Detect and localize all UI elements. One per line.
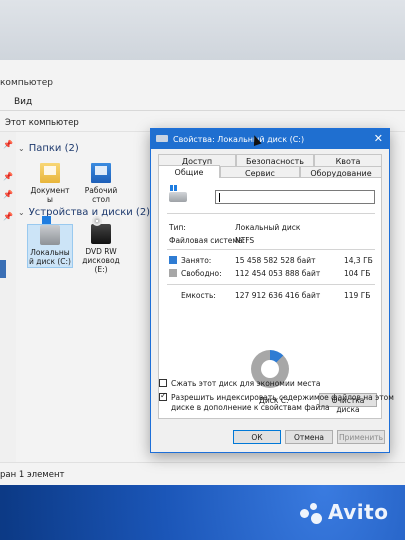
- drive-icon: [156, 135, 168, 142]
- free-label: Свободно:: [181, 269, 222, 278]
- item-label: Рабочий: [84, 186, 118, 195]
- fs-value: NTFS: [235, 236, 255, 245]
- item-label: дисковод: [82, 256, 120, 265]
- group-header-devices[interactable]: ⌄ Устройства и диски (2): [18, 207, 150, 218]
- tab-quota[interactable]: Квота: [314, 154, 382, 166]
- pin-icon: 📌: [3, 212, 13, 221]
- address-bar[interactable]: Этот компьютер: [5, 118, 79, 128]
- button-label: Применить: [338, 433, 384, 442]
- tab-label: Общие: [174, 168, 204, 177]
- divider: [167, 249, 375, 250]
- button-label: ОК: [251, 433, 263, 442]
- item-label: й диск (C:): [29, 257, 71, 266]
- index-checkbox[interactable]: [159, 391, 167, 401]
- group-header-folders[interactable]: ⌄ Папки (2): [18, 143, 79, 154]
- hard-drive-icon: [169, 185, 187, 202]
- compress-label: Сжать этот диск для экономии места: [171, 379, 321, 388]
- pin-icon: 📌: [3, 190, 13, 199]
- free-bytes: 112 454 053 888 байт: [235, 269, 321, 278]
- index-label-line1: Разрешить индексировать содержимое файло…: [171, 393, 394, 402]
- free-size: 104 ГБ: [344, 269, 371, 278]
- used-label: Занято:: [181, 256, 212, 265]
- cancel-button[interactable]: Отмена: [285, 430, 333, 444]
- capacity-label: Емкость:: [181, 291, 216, 300]
- pin-icon: 📌: [3, 172, 13, 181]
- item-label: (E:): [94, 265, 108, 274]
- close-icon[interactable]: ✕: [374, 132, 383, 145]
- free-space-swatch: [169, 269, 177, 277]
- item-label: Документ: [30, 186, 70, 195]
- chevron-down-icon: ⌄: [18, 208, 25, 217]
- nav-splitter[interactable]: [0, 260, 6, 278]
- item-label: DVD RW: [85, 247, 117, 256]
- drive-item-e[interactable]: DVD RW дисковод (E:): [78, 216, 124, 274]
- hard-drive-icon: [40, 216, 60, 245]
- drive-name-input[interactable]: [215, 190, 375, 204]
- avito-watermark: Avito: [328, 500, 389, 524]
- tab-security[interactable]: Безопасность: [236, 154, 314, 166]
- dialog-title: Свойства: Локальный диск (C:): [173, 135, 305, 144]
- button-label: Отмена: [293, 433, 325, 442]
- type-label: Тип:: [169, 223, 186, 232]
- divider: [167, 213, 375, 214]
- capacity-size: 119 ГБ: [344, 291, 371, 300]
- compress-checkbox[interactable]: [159, 379, 167, 387]
- properties-dialog: Свойства: Локальный диск (C:) ✕ Доступ Б…: [150, 128, 394, 453]
- ok-button[interactable]: ОК: [233, 430, 281, 444]
- folder-item-documents[interactable]: Документ ы: [27, 163, 73, 204]
- used-size: 14,3 ГБ: [344, 256, 373, 265]
- group-label: Папки (2): [28, 143, 79, 154]
- pin-icon: 📌: [3, 140, 13, 149]
- item-label: ы: [47, 195, 53, 204]
- navigation-pane[interactable]: 📌 📌 📌 📌: [0, 132, 16, 462]
- folder-item-desktop[interactable]: Рабочий стол: [78, 163, 124, 204]
- used-bytes: 15 458 582 528 байт: [235, 256, 316, 265]
- status-text: ран 1 элемент: [0, 470, 65, 480]
- folder-icon: [40, 163, 60, 183]
- tab-label: Безопасность: [246, 157, 304, 166]
- menu-view[interactable]: Вид: [14, 97, 32, 107]
- dvd-drive-icon: [91, 216, 111, 244]
- dialog-titlebar[interactable]: Свойства: Локальный диск (C:) ✕: [151, 129, 389, 149]
- drive-item-c[interactable]: Локальны й диск (C:): [27, 216, 73, 268]
- index-label-line2: диске в дополнение к свойствам файла: [171, 403, 330, 412]
- tab-general[interactable]: Общие: [158, 165, 220, 178]
- divider: [0, 110, 405, 111]
- item-label: стол: [92, 195, 110, 204]
- divider: [167, 284, 375, 285]
- type-value: Локальный диск: [235, 223, 301, 232]
- item-label: Локальны: [30, 248, 70, 257]
- status-bar: ран 1 элемент: [0, 462, 405, 484]
- fs-label: Файловая система:: [169, 236, 246, 245]
- apply-button[interactable]: Применить: [337, 430, 385, 444]
- avito-logo-icon: [300, 503, 322, 525]
- chevron-down-icon: ⌄: [18, 144, 25, 153]
- used-space-swatch: [169, 256, 177, 264]
- window-title: компьютер: [0, 78, 53, 88]
- capacity-bytes: 127 912 636 416 байт: [235, 291, 321, 300]
- desktop-folder-icon: [91, 163, 111, 183]
- tab-label: Квота: [335, 157, 361, 166]
